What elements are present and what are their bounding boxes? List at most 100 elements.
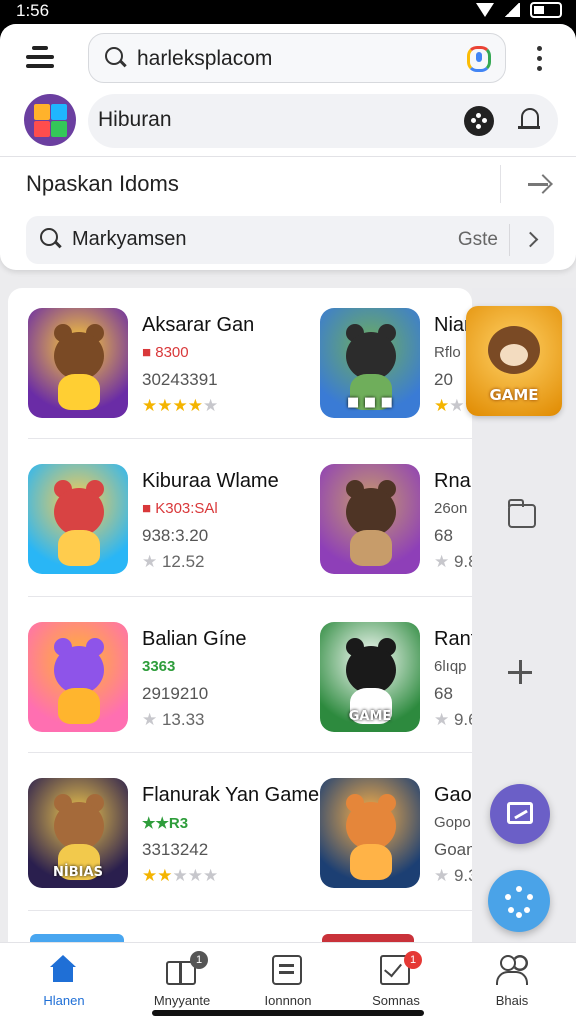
- list-icon: [272, 955, 302, 985]
- app-developer: 3363: [142, 658, 176, 675]
- floating-game-card[interactable]: GAME: [466, 306, 562, 416]
- app-rating: ★★★★★: [142, 396, 218, 416]
- app-downloads: 3313242: [142, 840, 209, 859]
- divider: [500, 165, 501, 203]
- search-icon: [105, 47, 127, 69]
- nav-label: Somnas: [372, 993, 420, 1008]
- search-input[interactable]: harleksplacom: [88, 33, 506, 83]
- star-icon: ★: [172, 866, 188, 885]
- mascot-face: [346, 332, 396, 380]
- nav-label: Ionnnon: [264, 993, 312, 1008]
- profile-pill[interactable]: Hiburan: [88, 94, 558, 148]
- mascot-face: [346, 802, 396, 850]
- app-title: Aksarar Gan: [142, 314, 255, 336]
- app-developer: ★★R3: [142, 815, 189, 832]
- plus-icon[interactable]: [508, 660, 532, 684]
- app-title: Gaol: [434, 784, 477, 806]
- app-icon: [28, 308, 128, 418]
- open-window-button[interactable]: [490, 784, 550, 844]
- star-icon: ★: [434, 710, 454, 729]
- app-rating: ★ 13.33: [142, 710, 205, 730]
- category-search[interactable]: Markyamsen Gste: [26, 216, 554, 264]
- search-query: harleksplacom: [137, 47, 273, 70]
- battery-icon: [530, 2, 562, 18]
- app-title: Flanurak Yan Game: [142, 784, 320, 806]
- wifi-icon: [476, 3, 494, 17]
- app-list: Aksarar Gan ■ 8300 30243391 ★★★★★ ■ ■ ■ Niar R…: [8, 288, 510, 988]
- app-rating-value: 12.52: [161, 552, 205, 571]
- app-title: Rant: [434, 628, 477, 650]
- app-downloads: 68: [434, 526, 453, 545]
- nav-people[interactable]: Bhais: [462, 943, 562, 1024]
- mic-icon[interactable]: [467, 46, 491, 72]
- mascot-face: [346, 646, 396, 694]
- home-indicator[interactable]: [152, 1010, 424, 1016]
- floating-game-banner: GAME: [489, 386, 539, 404]
- app-icon: [320, 464, 420, 574]
- mascot-face: [54, 802, 104, 850]
- app-downloads: 2919210: [142, 684, 209, 703]
- app-downloads: 30243391: [142, 370, 218, 389]
- apps-grid-button[interactable]: [488, 870, 550, 932]
- mascot-body: [58, 688, 100, 724]
- status-icons: [476, 2, 562, 18]
- notification-badge: 1: [404, 951, 422, 969]
- more-options-icon[interactable]: [536, 46, 544, 72]
- star-icon: ★: [449, 396, 465, 415]
- app-item[interactable]: Kiburaa Wlame ■ K303:SAl 938:3.20 ★ 12.52: [28, 464, 279, 574]
- app-item[interactable]: NİBIAS Flanurak Yan Game ★★R3 3313242 ★★★★★: [28, 778, 319, 888]
- app-icon: [28, 464, 128, 574]
- star-icon: ★: [434, 866, 454, 885]
- app-title: Rnar: [434, 470, 478, 492]
- mascot-body: [350, 844, 392, 880]
- mascot-face: [54, 488, 104, 536]
- app-item[interactable]: Aksarar Gan ■ 8300 30243391 ★★★★★: [28, 308, 268, 418]
- divider: [509, 224, 510, 256]
- star-icon: ★: [142, 710, 162, 729]
- app-developer: ■ 8300: [142, 344, 189, 361]
- nav-label: Bhais: [495, 993, 529, 1008]
- app-developer: 26on: [434, 500, 468, 517]
- menu-icon[interactable]: [26, 44, 56, 70]
- mascot-face: [54, 646, 104, 694]
- star-icon: ★: [142, 552, 162, 571]
- mascot-face: [54, 332, 104, 380]
- app-banner: GAME: [348, 709, 392, 724]
- screen: harleksplacom Hiburan Npaskan Idoms Mark…: [0, 24, 576, 1024]
- search-icon: [40, 228, 62, 250]
- app-icon: GAME: [320, 622, 420, 732]
- nav-home[interactable]: Hlanen: [14, 943, 114, 1024]
- divider: [28, 752, 472, 753]
- star-icon: ★: [172, 396, 188, 415]
- chevron-right-icon[interactable]: [522, 231, 539, 248]
- gamepad-icon[interactable]: [464, 106, 494, 136]
- status-time: 1:56: [16, 1, 50, 20]
- profile-label: Hiburan: [98, 108, 172, 131]
- divider: [28, 438, 472, 439]
- app-banner: ■ ■ ■: [347, 395, 393, 410]
- app-icon: ■ ■ ■: [320, 308, 420, 418]
- arrow-right-icon[interactable]: [528, 174, 550, 194]
- app-item[interactable]: Balian Gíne 3363 2919210 ★ 13.33: [28, 622, 268, 732]
- star-icon: ★: [434, 552, 454, 571]
- folder-icon[interactable]: [507, 499, 536, 528]
- star-icon: ★: [157, 866, 173, 885]
- avatar[interactable]: [24, 94, 76, 146]
- star-icon: ★: [187, 396, 203, 415]
- app-downloads: 938:3.20: [142, 526, 209, 545]
- nav-label: Hlanen: [43, 993, 85, 1008]
- app-icon: [320, 778, 420, 888]
- bell-icon[interactable]: [518, 107, 542, 133]
- mascot-body: [58, 374, 100, 410]
- app-rating: ★★★★★: [142, 866, 218, 886]
- star-icon: ★: [187, 866, 203, 885]
- app-icon: NİBIAS: [28, 778, 128, 888]
- app-rating-value: 13.33: [161, 710, 205, 729]
- mascot-face: [346, 488, 396, 536]
- star-icon: ★: [434, 396, 450, 415]
- status-bar: 1:56: [0, 0, 576, 24]
- mascot-body: [350, 530, 392, 566]
- divider: [28, 910, 472, 911]
- notification-row[interactable]: Npaskan Idoms: [0, 157, 576, 211]
- star-icon: ★: [142, 866, 158, 885]
